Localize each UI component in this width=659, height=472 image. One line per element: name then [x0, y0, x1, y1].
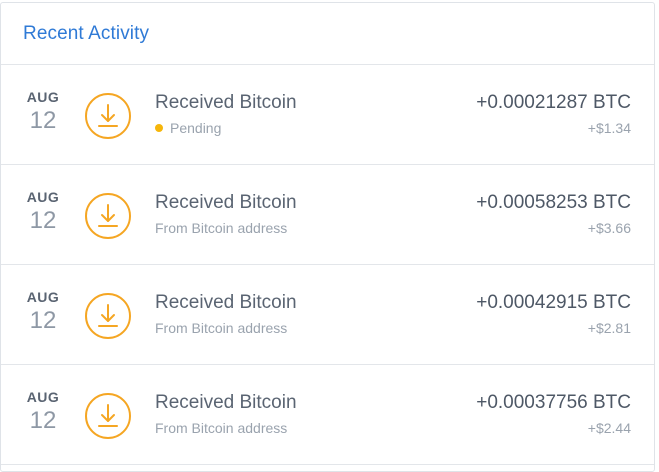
download-icon [84, 392, 132, 440]
transaction-subtitle: From Bitcoin address [155, 320, 288, 336]
amount-usd: +$3.66 [587, 220, 631, 236]
download-icon [84, 292, 132, 340]
transaction-date: AUG 12 [11, 89, 75, 136]
transaction-amount: +0.00021287 BTC +$1.34 [476, 91, 631, 137]
transaction-row[interactable]: AUG 12 Received Bitcoin Pending +0.00021… [1, 65, 654, 165]
transaction-title: Received Bitcoin [155, 192, 297, 213]
transaction-subtitle: Pending [170, 120, 222, 136]
date-day: 12 [29, 407, 57, 434]
date-day: 12 [29, 207, 57, 234]
date-month: AUG [26, 289, 60, 305]
date-day: 12 [29, 307, 57, 334]
transaction-subtitle: From Bitcoin address [155, 420, 288, 436]
transaction-description: Received Bitcoin Pending [155, 91, 297, 137]
amount-usd: +$2.81 [587, 320, 631, 336]
download-icon [84, 92, 132, 140]
transaction-date: AUG 12 [11, 389, 75, 436]
transaction-title: Received Bitcoin [155, 292, 297, 313]
transaction-date: AUG 12 [11, 189, 75, 236]
transaction-subtitle: From Bitcoin address [155, 220, 288, 236]
date-month: AUG [26, 389, 60, 405]
date-day: 12 [29, 107, 57, 134]
amount-btc: +0.00042915 BTC [476, 292, 631, 313]
panel-title: Recent Activity [23, 22, 150, 44]
transaction-date: AUG 12 [11, 289, 75, 336]
date-month: AUG [26, 189, 60, 205]
download-icon [84, 192, 132, 240]
panel-header: Recent Activity [1, 3, 654, 65]
transaction-description: Received Bitcoin From Bitcoin address [155, 191, 297, 237]
date-month: AUG [26, 89, 60, 105]
recent-activity-panel: Recent Activity AUG 12 Received Bitcoin … [0, 2, 655, 472]
transaction-title: Received Bitcoin [155, 92, 297, 113]
amount-btc: +0.00058253 BTC [476, 192, 631, 213]
pending-dot-icon [155, 124, 163, 132]
transaction-title: Received Bitcoin [155, 392, 297, 413]
transaction-amount: +0.00042915 BTC +$2.81 [476, 291, 631, 337]
transaction-row[interactable]: AUG 12 Received Bitcoin From Bitcoin add… [1, 265, 654, 365]
transaction-status: Pending [155, 119, 297, 137]
transaction-description: Received Bitcoin From Bitcoin address [155, 391, 297, 437]
amount-btc: +0.00021287 BTC [476, 92, 631, 113]
amount-btc: +0.00037756 BTC [476, 392, 631, 413]
transaction-description: Received Bitcoin From Bitcoin address [155, 291, 297, 337]
transaction-row[interactable]: AUG 12 Received Bitcoin From Bitcoin add… [1, 365, 654, 465]
transaction-row[interactable]: AUG 12 Received Bitcoin From Bitcoin add… [1, 165, 654, 265]
transaction-amount: +0.00058253 BTC +$3.66 [476, 191, 631, 237]
transaction-amount: +0.00037756 BTC +$2.44 [476, 391, 631, 437]
amount-usd: +$2.44 [587, 420, 631, 436]
amount-usd: +$1.34 [587, 120, 631, 136]
